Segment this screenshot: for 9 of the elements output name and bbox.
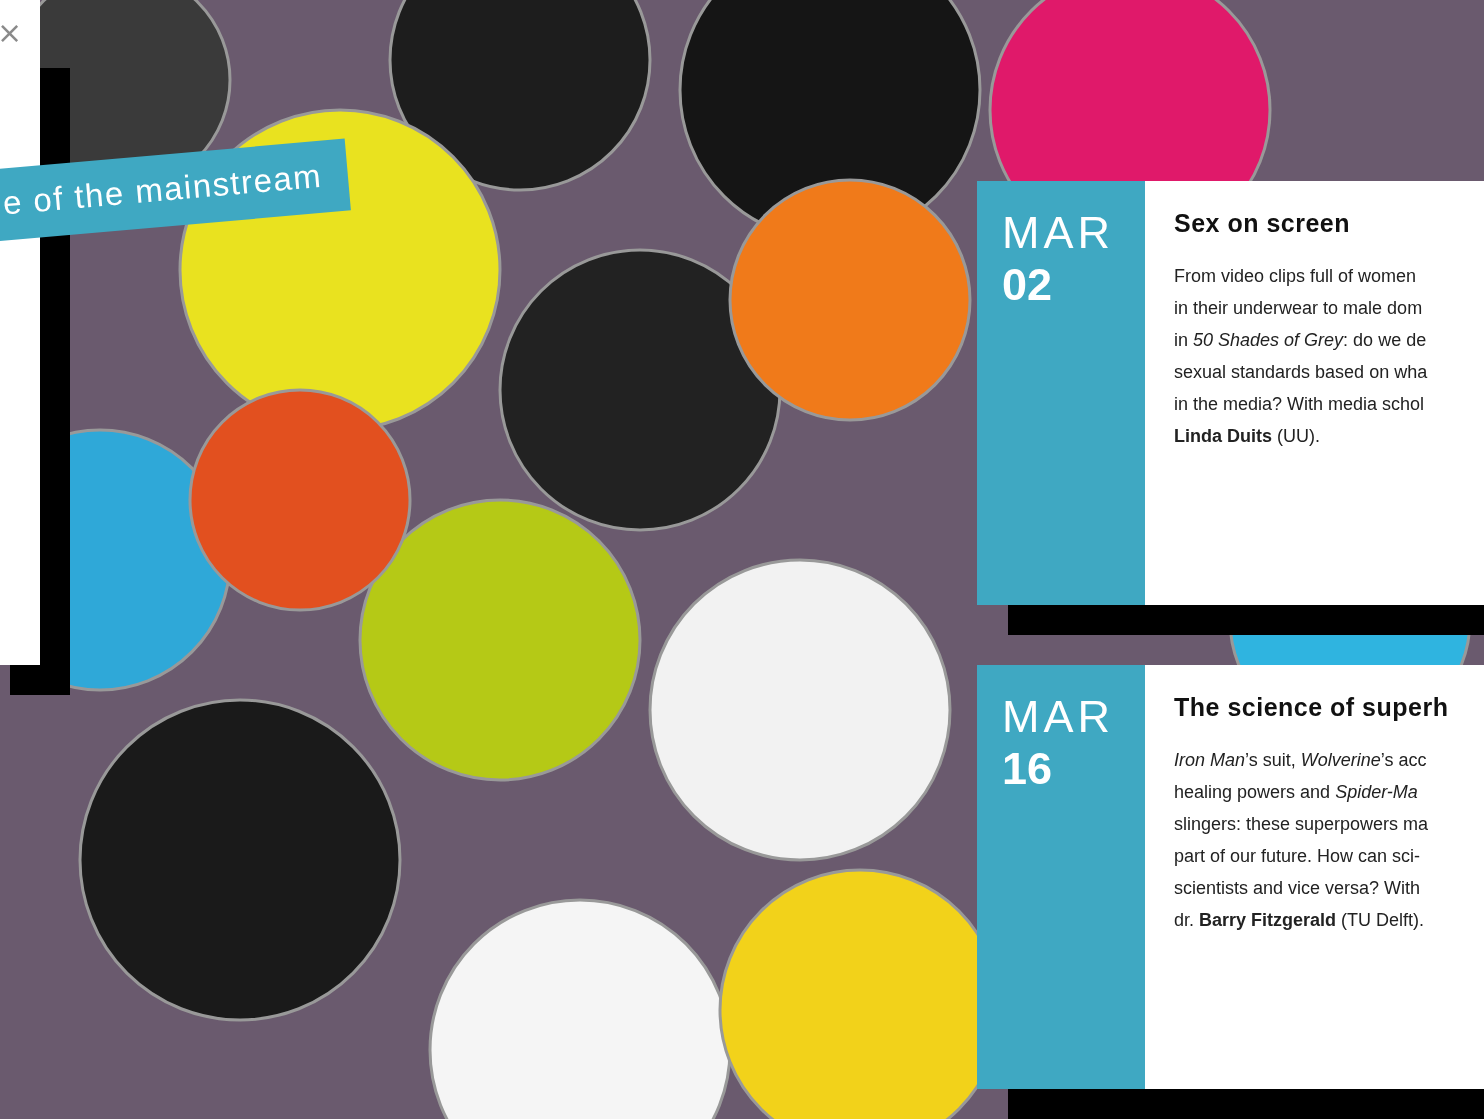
close-button[interactable]: × (0, 18, 23, 48)
event-title: Sex on screen (1174, 209, 1351, 238)
event-description: Iron Man’s suit, Wolverine’s acc healing powers and Spider-Ma slingers: these superpowers ma part of our future. How can sci- scientists and vice versa? With dr. Barry Fitzgerald (TU Delft). (1174, 749, 1429, 932)
event-title: The science of superh (1174, 693, 1449, 722)
event-day: 16 (1002, 741, 1053, 797)
event-day: 02 (1002, 257, 1053, 313)
event-month: MAR (1002, 209, 1114, 257)
event-description: From video clips full of women in their underwear to male dom in 50 Shades of Grey: do we de sexual standards based on wha in the media? With media schol Linda Duits (UU). (1174, 265, 1428, 448)
event-month: MAR (1002, 693, 1114, 741)
